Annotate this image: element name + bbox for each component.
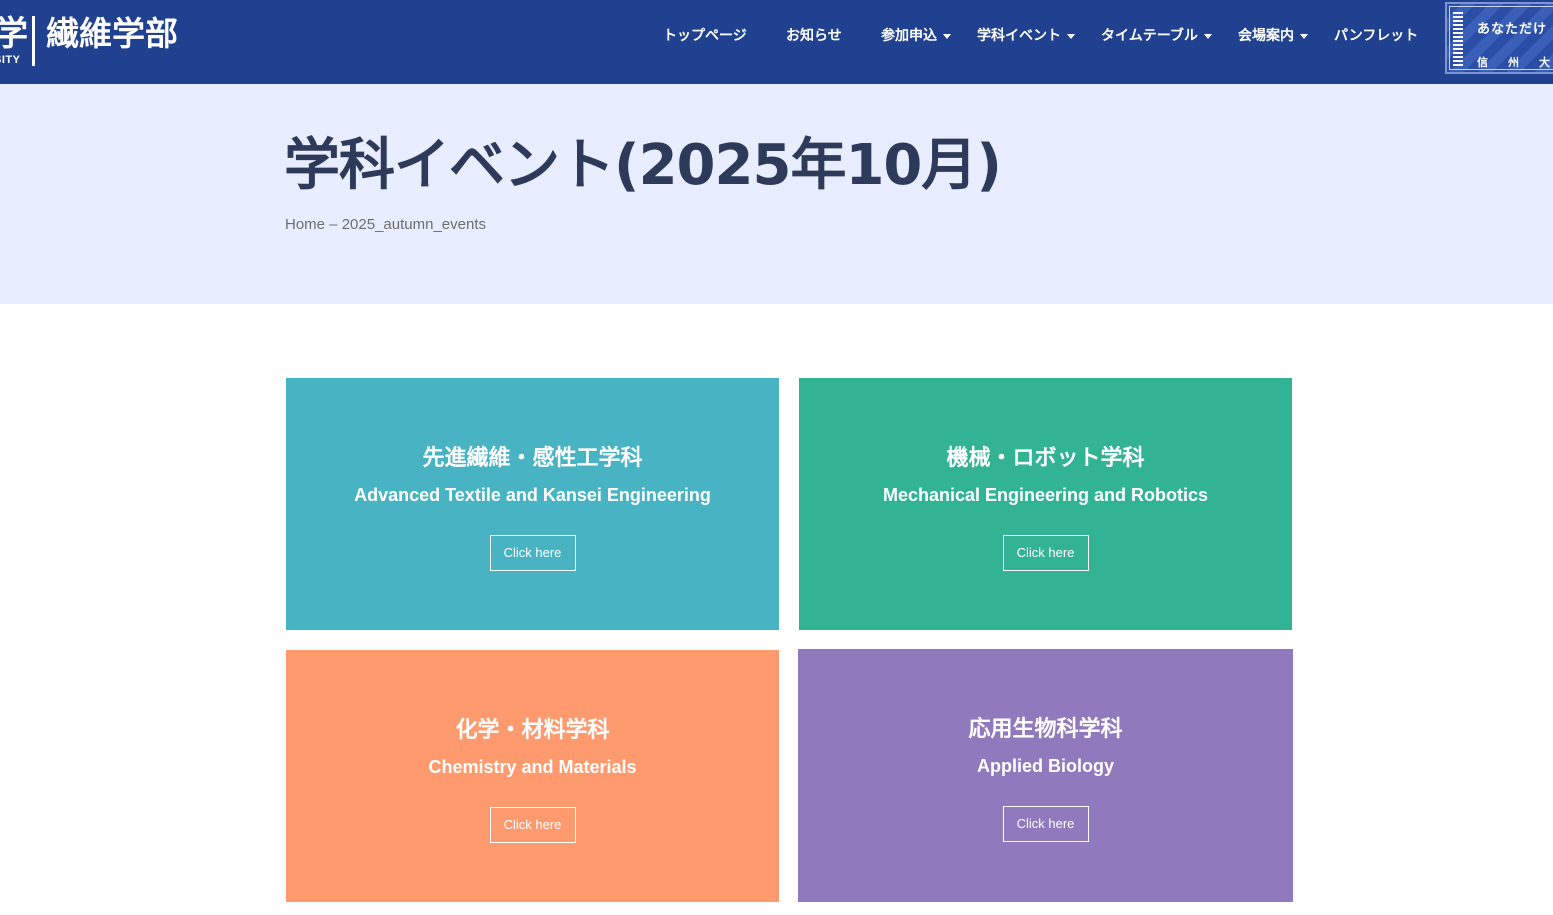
- dept-card-textile: 先進繊維・感性工学科 Advanced Textile and Kansei E…: [286, 378, 779, 630]
- card-title-jp: 化学・材料学科: [455, 718, 610, 743]
- nav-item-label: タイムテーブル: [1101, 28, 1198, 44]
- card-title-jp: 機械・ロボット学科: [946, 446, 1145, 471]
- nav-item-news[interactable]: お知らせ: [786, 24, 842, 48]
- nav-item-label: お知らせ: [786, 28, 842, 44]
- nav-item-label: 参加申込: [881, 28, 937, 44]
- nav-item-registration[interactable]: 参加申込: [881, 24, 951, 48]
- click-here-button[interactable]: Click here: [489, 535, 576, 571]
- logo-university-sub: SITY: [0, 54, 21, 66]
- logo-divider: [32, 16, 35, 66]
- breadcrumb-separator: –: [329, 216, 338, 233]
- chevron-down-icon: [1203, 33, 1212, 39]
- breadcrumb: Home – 2025_autumn_events: [285, 216, 486, 233]
- card-title-jp: 先進繊維・感性工学科: [422, 446, 643, 471]
- barcode-icon: [1453, 12, 1463, 68]
- chevron-down-icon: [943, 33, 951, 39]
- card-title-en: Mechanical Engineering and Robotics: [882, 485, 1209, 505]
- nav-item-label: トップページ: [663, 28, 747, 44]
- nav-item-venue[interactable]: 会場案内: [1238, 24, 1308, 48]
- banner-university: 信州大: [1477, 56, 1550, 69]
- page-title: 学科イベント(2025年10月): [284, 133, 1002, 198]
- breadcrumb-current: 2025_autumn_events: [341, 216, 486, 233]
- nav-item-label: 学科イベント: [977, 28, 1061, 44]
- card-title-en: Applied Biology: [977, 756, 1114, 776]
- nav-item-pamphlet[interactable]: パンフレット: [1334, 24, 1418, 48]
- breadcrumb-home-link[interactable]: Home: [285, 216, 325, 233]
- card-title-jp: 応用生物科学科: [968, 717, 1123, 742]
- chevron-down-icon: [1300, 33, 1308, 39]
- site-header: 学 SITY 繊維学部 トップページ お知らせ 参加申込 学科イベント タイムテ…: [0, 0, 1553, 84]
- banner-tagline: あなただけ: [1477, 22, 1548, 37]
- dept-card-chemistry: 化学・材料学科 Chemistry and Materials Click he…: [286, 650, 779, 902]
- dept-card-biology: 応用生物科学科 Applied Biology Click here: [798, 649, 1293, 902]
- nav-item-top[interactable]: トップページ: [663, 24, 747, 48]
- click-here-button[interactable]: Click here: [1002, 806, 1089, 842]
- promo-ticket-banner[interactable]: あなただけ 信州大: [1445, 2, 1553, 74]
- card-title-en: Chemistry and Materials: [428, 757, 637, 777]
- nav-item-label: 会場案内: [1238, 28, 1294, 44]
- logo-university-char: 学: [0, 14, 28, 54]
- dept-card-mechanical: 機械・ロボット学科 Mechanical Engineering and Rob…: [799, 378, 1292, 630]
- chevron-down-icon: [1067, 33, 1075, 39]
- nav-item-timetable[interactable]: タイムテーブル: [1101, 24, 1212, 48]
- click-here-button[interactable]: Click here: [1002, 535, 1089, 571]
- nav-item-label: パンフレット: [1334, 28, 1419, 44]
- page-title-section: 学科イベント(2025年10月) Home – 2025_autumn_even…: [0, 84, 1553, 304]
- logo-faculty-name: 繊維学部: [46, 14, 178, 53]
- card-title-en: Advanced Textile and Kansei Engineering: [354, 485, 711, 505]
- nav-item-dept-events[interactable]: 学科イベント: [977, 24, 1075, 48]
- click-here-button[interactable]: Click here: [489, 807, 576, 843]
